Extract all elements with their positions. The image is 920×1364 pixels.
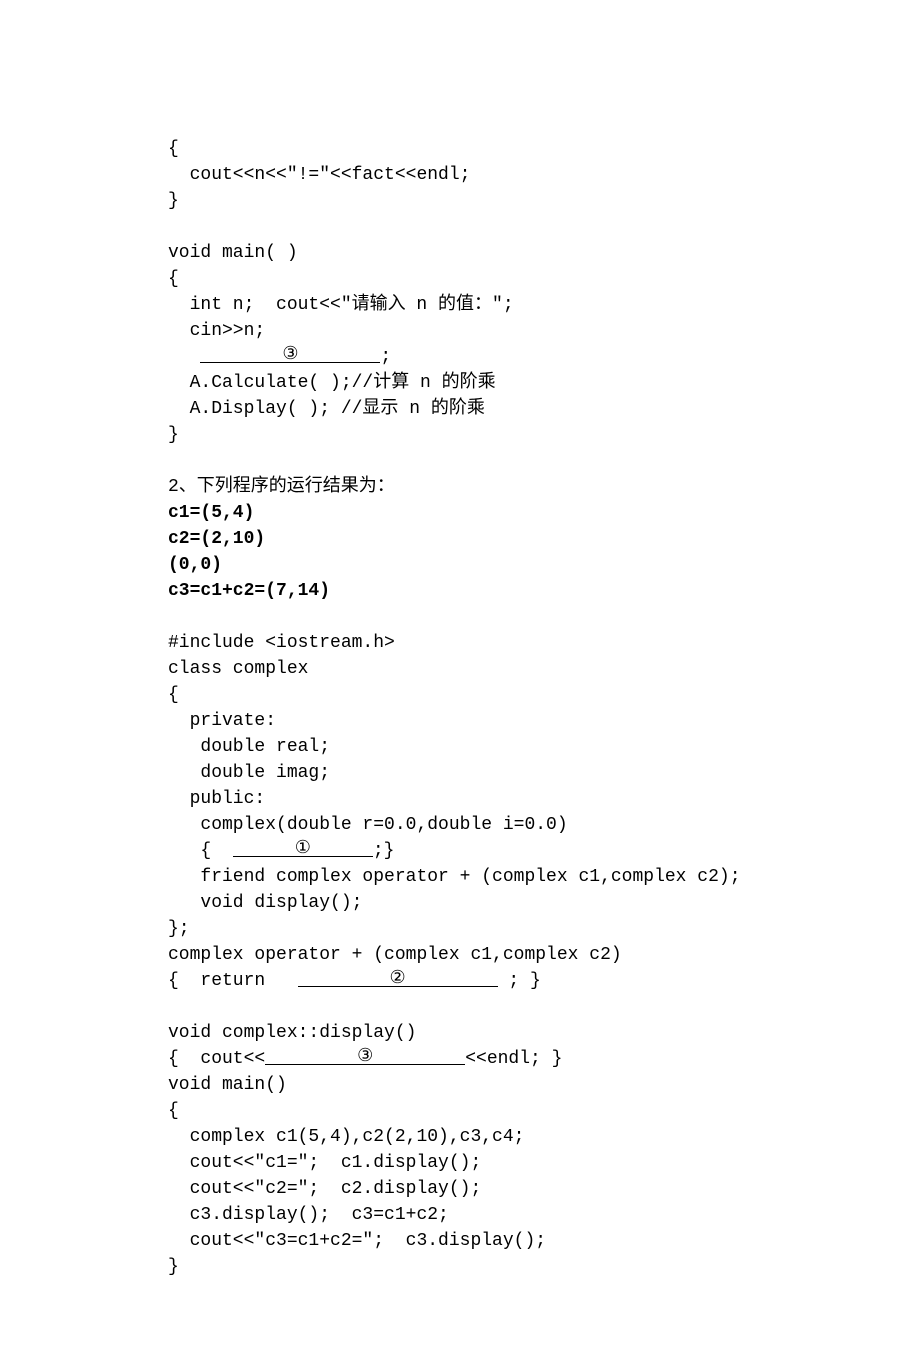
code-line: complex c1(5,4),c2(2,10),c3,c4;: [168, 1127, 524, 1147]
code-line: int n; cout<<"请输入 n 的值：";: [168, 295, 514, 315]
fill-blank-2: ②: [298, 968, 498, 987]
code-line: {: [168, 1101, 179, 1121]
code-line: }: [168, 191, 179, 211]
fill-blank-1: ①: [233, 838, 373, 857]
code-line: void main(): [168, 1075, 287, 1095]
code-line: A.Calculate( );//计算 n 的阶乘: [168, 373, 496, 393]
question-heading: 2、下列程序的运行结果为：: [168, 477, 395, 497]
code-line: #include <iostream.h>: [168, 633, 395, 653]
code-line-with-blank: { return ② ; }: [168, 971, 541, 991]
code-fragment: { cout<<: [168, 1049, 265, 1069]
code-line: };: [168, 919, 190, 939]
expected-output: (0,0): [168, 555, 222, 575]
code-line: cout<<"c2="; c2.display();: [168, 1179, 481, 1199]
code-fragment: <<endl; }: [465, 1049, 562, 1069]
code-line: }: [168, 1257, 179, 1277]
blank-number: ③: [357, 1047, 373, 1067]
code-line: complex(double r=0.0,double i=0.0): [168, 815, 568, 835]
code-line: cout<<n<<"!="<<fact<<endl;: [168, 165, 470, 185]
expected-output: c3=c1+c2=(7,14): [168, 581, 330, 601]
code-fragment: {: [168, 841, 233, 861]
code-line-with-blank: { ①;}: [168, 841, 394, 861]
code-fragment: ;}: [373, 841, 395, 861]
code-line: void display();: [168, 893, 362, 913]
code-line: friend complex operator + (complex c1,co…: [168, 867, 741, 887]
blank-number: ②: [390, 969, 406, 989]
code-line: cout<<"c1="; c1.display();: [168, 1153, 481, 1173]
fill-blank-3: ③: [200, 344, 380, 363]
fill-blank-3b: ③: [265, 1046, 465, 1065]
code-line: {: [168, 685, 179, 705]
code-fragment: [168, 347, 200, 367]
code-line: {: [168, 139, 179, 159]
code-line: void main( ): [168, 243, 298, 263]
code-line: c3.display(); c3=c1+c2;: [168, 1205, 449, 1225]
code-line-with-blank: ③;: [168, 347, 391, 367]
code-line: void complex::display(): [168, 1023, 416, 1043]
code-line: class complex: [168, 659, 308, 679]
blank-number: ③: [282, 345, 298, 365]
expected-output: c1=(5,4): [168, 503, 254, 523]
code-line: complex operator + (complex c1,complex c…: [168, 945, 622, 965]
code-line: }: [168, 425, 179, 445]
code-line: private:: [168, 711, 276, 731]
code-line-with-blank: { cout<< ③ <<endl; }: [168, 1049, 562, 1069]
code-line: public:: [168, 789, 265, 809]
blank-number: ①: [295, 839, 311, 859]
code-fragment: ; }: [498, 971, 541, 991]
code-line: cout<<"c3=c1+c2="; c3.display();: [168, 1231, 546, 1251]
code-fragment: ;: [380, 347, 391, 367]
expected-output: c2=(2,10): [168, 529, 265, 549]
code-line: A.Display( ); //显示 n 的阶乘: [168, 399, 485, 419]
code-line: double real;: [168, 737, 330, 757]
code-fragment: { return: [168, 971, 298, 991]
code-line: {: [168, 269, 179, 289]
code-line: cin>>n;: [168, 321, 265, 341]
code-document: { cout<<n<<"!="<<fact<<endl; } void main…: [0, 0, 920, 1360]
code-line: double imag;: [168, 763, 330, 783]
